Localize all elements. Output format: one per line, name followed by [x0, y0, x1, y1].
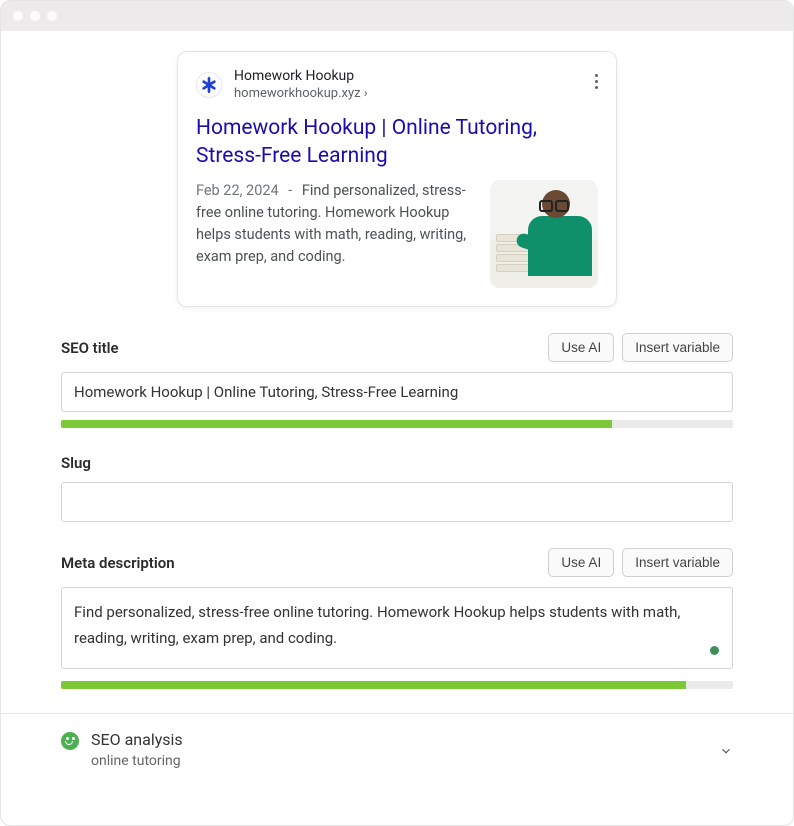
smiley-good-icon [61, 732, 79, 750]
seo-analysis-text: SEO analysis online tutoring [91, 730, 183, 769]
seo-analysis-title: SEO analysis [91, 730, 183, 749]
meta-description-insert-variable-button[interactable]: Insert variable [622, 548, 733, 577]
slug-input[interactable] [61, 482, 733, 522]
serp-preview-card: Homework Hookup homeworkhookup.xyz › Hom… [177, 51, 617, 307]
seo-analysis-toggle[interactable]: SEO analysis online tutoring [61, 714, 733, 777]
seo-title-label: SEO title [61, 339, 119, 357]
window-dot [47, 11, 57, 21]
app-window: Homework Hookup homeworkhookup.xyz › Hom… [0, 0, 794, 826]
seo-analysis-keyword: online tutoring [91, 753, 183, 769]
serp-site-info: Homework Hookup homeworkhookup.xyz › [234, 68, 368, 102]
seo-title-row: SEO title Use AI Insert variable [61, 333, 733, 362]
seo-title-progress [61, 420, 733, 428]
serp-header: Homework Hookup homeworkhookup.xyz › [196, 68, 598, 102]
serp-site-name: Homework Hookup [234, 68, 368, 86]
asterisk-icon [201, 77, 217, 93]
serp-thumbnail [490, 180, 598, 288]
seo-title-use-ai-button[interactable]: Use AI [548, 333, 614, 362]
seo-title-insert-variable-button[interactable]: Insert variable [622, 333, 733, 362]
meta-description-label: Meta description [61, 554, 175, 572]
meta-description-use-ai-button[interactable]: Use AI [548, 548, 614, 577]
kebab-dot-icon [595, 86, 598, 89]
serp-description: Feb 22, 2024 - Find personalized, stress… [196, 180, 476, 288]
meta-description-row: Meta description Use AI Insert variable [61, 548, 733, 577]
kebab-dot-icon [595, 80, 598, 83]
window-dot [13, 11, 23, 21]
seo-title-progress-fill [61, 420, 612, 428]
meta-description-progress-fill [61, 681, 686, 689]
serp-site-url: homeworkhookup.xyz › [234, 86, 368, 102]
serp-body: Feb 22, 2024 - Find personalized, stress… [196, 180, 598, 288]
kebab-dot-icon [595, 74, 598, 77]
serp-title-link[interactable]: Homework Hookup | Online Tutoring, Stres… [196, 114, 598, 171]
site-favicon [196, 72, 222, 98]
serp-date: Feb 22, 2024 [196, 182, 279, 199]
serp-separator: - [288, 182, 292, 199]
meta-description-wrapper [61, 577, 733, 673]
meta-description-input[interactable] [61, 587, 733, 669]
meta-description-progress [61, 681, 733, 689]
content-area: Homework Hookup homeworkhookup.xyz › Hom… [1, 31, 793, 797]
seo-title-buttons: Use AI Insert variable [548, 333, 733, 362]
slug-row: Slug [61, 454, 733, 472]
seo-title-input[interactable] [61, 372, 733, 412]
window-titlebar [1, 1, 793, 31]
meta-description-buttons: Use AI Insert variable [548, 548, 733, 577]
window-dot [30, 11, 40, 21]
serp-kebab-menu[interactable] [591, 70, 602, 93]
seo-analysis-left: SEO analysis online tutoring [61, 730, 183, 769]
chevron-down-icon [719, 743, 733, 757]
thumbnail-glasses-icon [541, 202, 571, 208]
slug-label: Slug [61, 454, 91, 472]
